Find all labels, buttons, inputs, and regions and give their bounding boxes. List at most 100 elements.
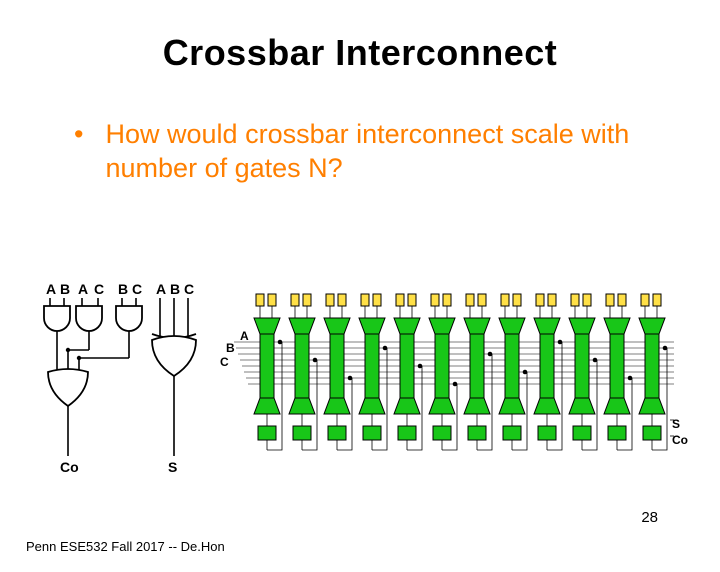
function-block bbox=[398, 426, 416, 440]
mux-bottom bbox=[359, 398, 385, 414]
top-block bbox=[641, 294, 649, 306]
top-block bbox=[373, 294, 381, 306]
column-body bbox=[540, 334, 554, 398]
label-B1: B bbox=[60, 281, 70, 297]
mux-bottom bbox=[604, 398, 630, 414]
top-block bbox=[536, 294, 544, 306]
top-block bbox=[361, 294, 369, 306]
mux-bottom bbox=[394, 398, 420, 414]
label-Co: Co bbox=[60, 459, 79, 475]
mux-bottom bbox=[499, 398, 525, 414]
array-label-S-out: S bbox=[672, 417, 680, 431]
column-body bbox=[365, 334, 379, 398]
mux-top bbox=[359, 318, 385, 334]
label-A3: A bbox=[156, 281, 166, 297]
function-block bbox=[328, 426, 346, 440]
figure-row: A B A C B C A B C bbox=[40, 280, 680, 480]
xor-gate-s bbox=[152, 334, 196, 376]
function-block bbox=[503, 426, 521, 440]
label-C3: C bbox=[184, 281, 194, 297]
top-block bbox=[618, 294, 626, 306]
top-block bbox=[268, 294, 276, 306]
label-B3: B bbox=[170, 281, 180, 297]
top-block bbox=[338, 294, 346, 306]
input-wires bbox=[50, 298, 136, 306]
top-block bbox=[431, 294, 439, 306]
join-dot-1 bbox=[66, 348, 70, 352]
full-adder-diagram: A B A C B C A B C bbox=[40, 280, 210, 480]
mux-top bbox=[639, 318, 665, 334]
top-block bbox=[256, 294, 264, 306]
bullet-marker: • bbox=[74, 118, 98, 152]
bullet-text: How would crossbar interconnect scale wi… bbox=[106, 118, 646, 186]
join-dot-2 bbox=[77, 356, 81, 360]
top-block bbox=[606, 294, 614, 306]
and-gate-2 bbox=[76, 306, 102, 331]
top-block bbox=[548, 294, 556, 306]
mux-bottom bbox=[254, 398, 280, 414]
column-body bbox=[295, 334, 309, 398]
mux-top bbox=[254, 318, 280, 334]
function-block bbox=[293, 426, 311, 440]
top-block bbox=[501, 294, 509, 306]
label-A1: A bbox=[46, 281, 56, 297]
or-gate-co bbox=[48, 369, 88, 406]
label-S: S bbox=[168, 459, 177, 475]
top-block bbox=[513, 294, 521, 306]
mux-top bbox=[324, 318, 350, 334]
and-gate-1 bbox=[44, 306, 70, 331]
mux-top bbox=[429, 318, 455, 334]
column-body bbox=[575, 334, 589, 398]
top-block bbox=[571, 294, 579, 306]
column-body bbox=[435, 334, 449, 398]
mux-bottom bbox=[569, 398, 595, 414]
function-block bbox=[433, 426, 451, 440]
top-block bbox=[583, 294, 591, 306]
function-block bbox=[468, 426, 486, 440]
top-block bbox=[466, 294, 474, 306]
top-block bbox=[291, 294, 299, 306]
top-block bbox=[653, 294, 661, 306]
column-body bbox=[400, 334, 414, 398]
column-body bbox=[610, 334, 624, 398]
label-C1: C bbox=[94, 281, 104, 297]
function-block bbox=[363, 426, 381, 440]
mux-bottom bbox=[534, 398, 560, 414]
function-block bbox=[258, 426, 276, 440]
mux-bottom bbox=[429, 398, 455, 414]
array-label-Co-out: Co bbox=[672, 433, 688, 447]
footer-text: Penn ESE532 Fall 2017 -- De.Hon bbox=[26, 539, 225, 554]
array-label-A: A bbox=[240, 329, 249, 343]
column-body bbox=[645, 334, 659, 398]
column-body bbox=[505, 334, 519, 398]
top-block bbox=[478, 294, 486, 306]
top-block bbox=[408, 294, 416, 306]
array-label-B: B bbox=[226, 341, 235, 355]
xor-inputs bbox=[160, 298, 188, 338]
mux-top bbox=[464, 318, 490, 334]
mux-bottom bbox=[639, 398, 665, 414]
mux-top bbox=[604, 318, 630, 334]
function-block bbox=[573, 426, 591, 440]
mux-top bbox=[289, 318, 315, 334]
slide-title: Crossbar Interconnect bbox=[0, 32, 720, 74]
mux-top bbox=[569, 318, 595, 334]
top-block bbox=[326, 294, 334, 306]
top-block bbox=[443, 294, 451, 306]
column-body bbox=[470, 334, 484, 398]
mux-top bbox=[394, 318, 420, 334]
column-body bbox=[330, 334, 344, 398]
bullet-line: • How would crossbar interconnect scale … bbox=[74, 118, 654, 186]
top-block bbox=[396, 294, 404, 306]
top-block bbox=[303, 294, 311, 306]
array-label-C: C bbox=[220, 355, 229, 369]
function-block bbox=[643, 426, 661, 440]
mux-bottom bbox=[289, 398, 315, 414]
label-C2: C bbox=[132, 281, 142, 297]
mux-bottom bbox=[324, 398, 350, 414]
function-block bbox=[538, 426, 556, 440]
label-B2: B bbox=[118, 281, 128, 297]
page-number: 28 bbox=[641, 509, 658, 526]
mux-top bbox=[534, 318, 560, 334]
mux-bottom bbox=[464, 398, 490, 414]
